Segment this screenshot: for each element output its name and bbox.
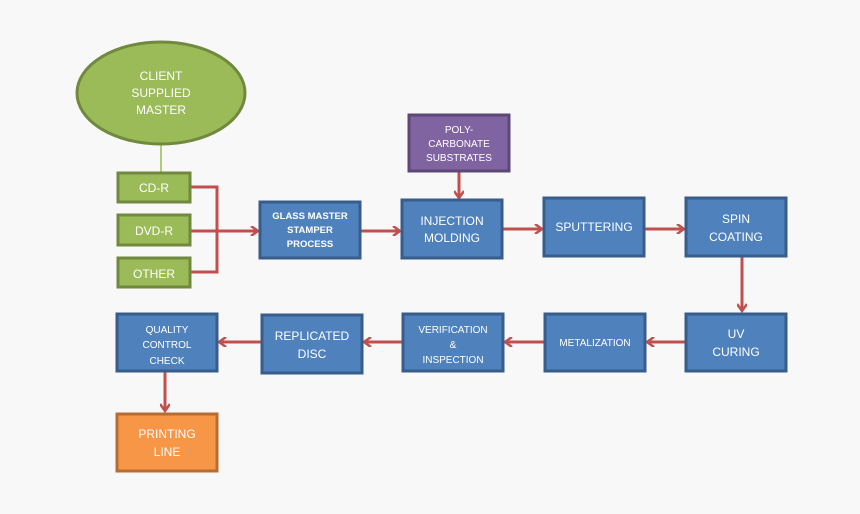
node-glass-master: GLASS MASTER STAMPER PROCESS bbox=[258, 200, 362, 260]
node-injection-molding: INJECTION MOLDING bbox=[400, 198, 504, 260]
svg-text:INSPECTION: INSPECTION bbox=[422, 355, 483, 366]
svg-text:MASTER: MASTER bbox=[136, 103, 186, 117]
svg-text:&: & bbox=[450, 340, 457, 351]
svg-text:POLY-: POLY- bbox=[445, 125, 473, 136]
node-other: OTHER bbox=[116, 256, 192, 289]
svg-text:GLASS MASTER: GLASS MASTER bbox=[272, 211, 348, 222]
svg-text:SUPPLIED: SUPPLIED bbox=[131, 86, 191, 100]
node-spin-coating: SPIN COATING bbox=[684, 196, 788, 258]
svg-text:UV: UV bbox=[728, 327, 745, 341]
svg-text:DISC: DISC bbox=[298, 347, 327, 361]
svg-text:SPIN: SPIN bbox=[722, 212, 750, 226]
flow-diagram: CLIENT SUPPLIED MASTER CD-R DVD-R OTHER … bbox=[75, 40, 788, 473]
svg-text:MOLDING: MOLDING bbox=[424, 231, 480, 245]
node-verification-inspection: VERIFICATION & INSPECTION bbox=[401, 312, 505, 373]
node-dvd-r: DVD-R bbox=[116, 213, 192, 247]
svg-text:STAMPER: STAMPER bbox=[287, 225, 333, 236]
node-sputtering: SPUTTERING bbox=[542, 196, 646, 258]
svg-text:CD-R: CD-R bbox=[139, 181, 169, 195]
svg-text:OTHER: OTHER bbox=[133, 267, 175, 281]
svg-text:REPLICATED: REPLICATED bbox=[275, 329, 350, 343]
node-printing-line: PRINTING LINE bbox=[115, 412, 219, 473]
svg-text:SPUTTERING: SPUTTERING bbox=[555, 220, 632, 234]
svg-text:QUALITY: QUALITY bbox=[146, 325, 189, 336]
svg-text:METALIZATION: METALIZATION bbox=[559, 338, 630, 349]
svg-text:DVD-R: DVD-R bbox=[135, 224, 173, 238]
svg-text:CLIENT: CLIENT bbox=[140, 69, 183, 83]
svg-text:COATING: COATING bbox=[709, 230, 763, 244]
node-quality-control: QUALITY CONTROL CHECK bbox=[115, 312, 219, 373]
svg-text:PROCESS: PROCESS bbox=[287, 239, 333, 250]
svg-text:VERIFICATION: VERIFICATION bbox=[418, 325, 487, 336]
svg-text:CONTROL: CONTROL bbox=[143, 340, 192, 351]
svg-text:INJECTION: INJECTION bbox=[420, 214, 483, 228]
node-uv-curing: UV CURING bbox=[684, 312, 788, 373]
node-metalization: METALIZATION bbox=[543, 312, 647, 373]
node-client-supplied-master: CLIENT SUPPLIED MASTER bbox=[75, 40, 247, 146]
svg-text:CURING: CURING bbox=[712, 345, 759, 359]
svg-text:SUBSTRATES: SUBSTRATES bbox=[426, 153, 492, 164]
node-polycarbonate: POLY- CARBONATE SUBSTRATES bbox=[407, 113, 511, 173]
svg-text:LINE: LINE bbox=[154, 445, 181, 459]
svg-text:PRINTING: PRINTING bbox=[138, 427, 195, 441]
svg-text:CARBONATE: CARBONATE bbox=[428, 139, 490, 150]
svg-text:CHECK: CHECK bbox=[149, 356, 184, 367]
node-cd-r: CD-R bbox=[116, 171, 192, 204]
node-replicated-disc: REPLICATED DISC bbox=[260, 313, 364, 375]
